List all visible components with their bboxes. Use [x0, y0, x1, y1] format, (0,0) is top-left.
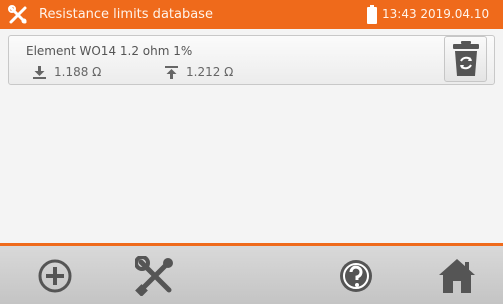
title-bar: Resistance limits database 13:43 2019.04…: [0, 0, 503, 29]
database-list: Element WO14 1.2 ohm 1% 1.188 Ω 1.212 Ω: [0, 29, 503, 243]
lower-limit-value: 1.188 Ω: [54, 65, 102, 79]
help-button[interactable]: [336, 256, 376, 296]
upper-limit-value: 1.212 Ω: [186, 65, 234, 79]
add-icon: [38, 259, 72, 293]
bottom-toolbar: [0, 246, 503, 304]
screen-title: Resistance limits database: [39, 7, 213, 22]
add-button[interactable]: [35, 256, 75, 296]
list-item[interactable]: Element WO14 1.2 ohm 1% 1.188 Ω 1.212 Ω: [8, 35, 495, 85]
lower-limit: 1.188 Ω: [33, 65, 101, 79]
upper-limit-icon: [165, 65, 178, 79]
delete-button[interactable]: [444, 36, 487, 82]
recycle-bin-icon: [452, 41, 479, 76]
lower-limit-icon: [33, 65, 46, 79]
clock: 13:43 2019.04.10: [382, 7, 490, 21]
help-icon: [340, 260, 372, 292]
settings-button[interactable]: [135, 256, 175, 296]
tools-icon: [135, 256, 173, 296]
home-button[interactable]: [437, 256, 477, 296]
battery-icon: [367, 5, 377, 24]
entry-name: Element WO14 1.2 ohm 1%: [26, 44, 193, 58]
tools-icon: [7, 4, 29, 26]
home-icon: [439, 259, 475, 293]
upper-limit: 1.212 Ω: [165, 65, 233, 79]
